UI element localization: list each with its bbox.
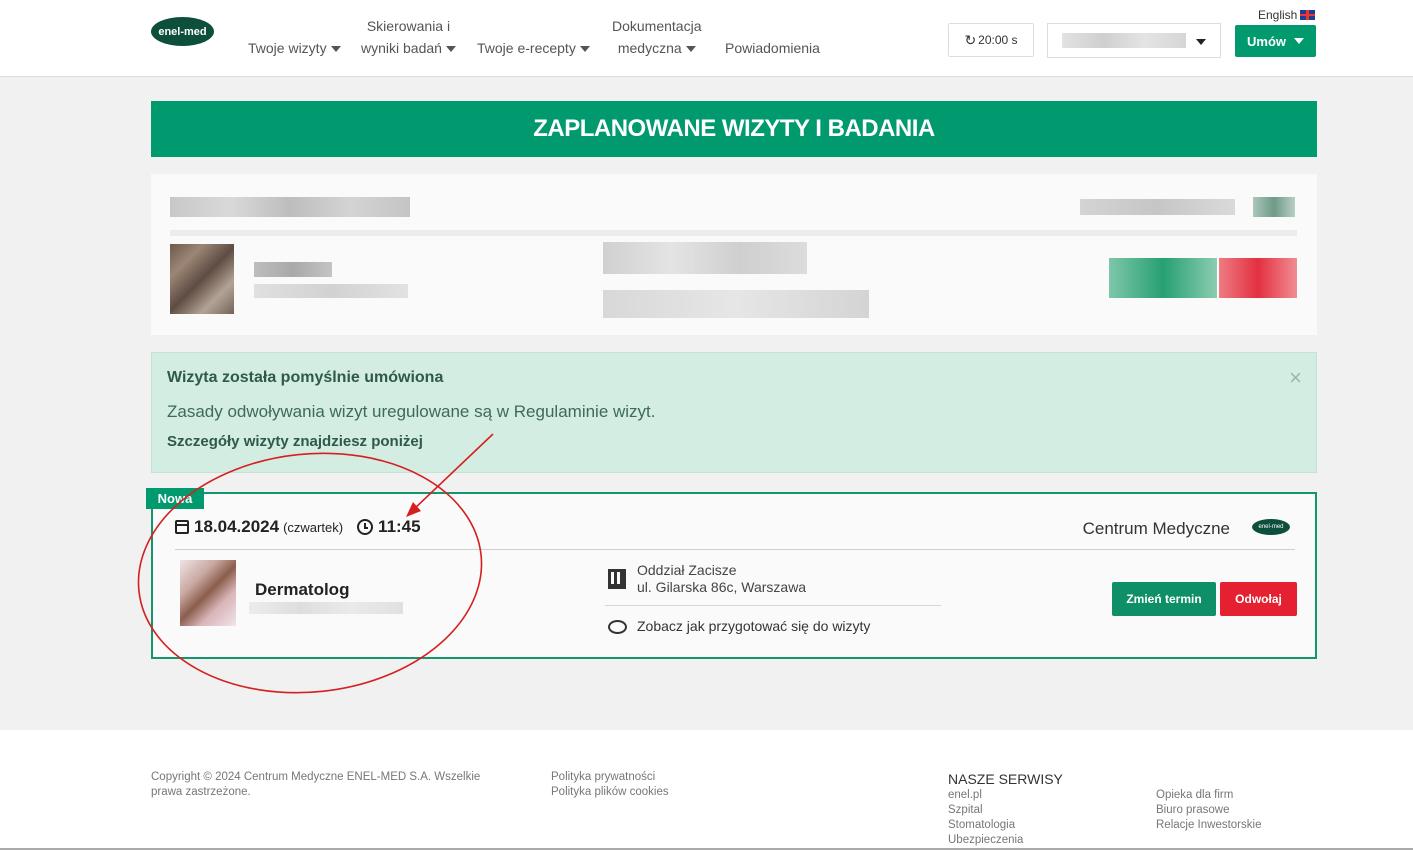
umow-button[interactable]: Umów [1235,25,1316,57]
page-title: ZAPLANOWANE WIZYTY I BADANIA [151,101,1317,157]
clock-icon [357,519,374,535]
refresh-icon: ↻ [964,31,977,48]
visit-date-row: 18.04.2024 (czwartek) 11:45 [175,517,421,537]
services-col1: enel.pl Szpital Stomatologia Ubezpieczen… [948,788,1023,848]
redacted-center [1080,199,1235,215]
session-timer-button[interactable]: ↻ 20:00 s [948,23,1034,57]
service-link[interactable]: Biuro prasowe [1156,803,1261,818]
close-icon[interactable]: × [1289,365,1302,391]
visit-time: 11:45 [378,517,421,536]
doctor-photo [180,560,236,626]
change-date-button[interactable]: Zmień termin [1112,582,1216,616]
umow-button-label: Umów [1247,33,1286,49]
user-account-select[interactable] [1047,23,1221,58]
service-link[interactable]: Szpital [948,803,1023,818]
chevron-down-icon [685,46,696,53]
nav-twoje-wizyty[interactable]: Twoje wizyty [248,37,341,59]
service-link[interactable]: Relacje Inwestorskie [1156,818,1261,833]
visit-date: 18.04.2024 [194,517,280,536]
visit-specialty: Dermatolog [255,580,350,599]
user-name-redacted [1062,33,1186,48]
enel-med-logo[interactable]: enel-med [151,17,214,46]
location-address: ul. Gilarska 86c, Warszawa [637,579,807,595]
medical-center-name: Centrum Medyczne [1082,519,1230,538]
redacted-specialty [254,262,332,277]
chevron-down-icon [1196,39,1206,45]
redacted-date [170,197,410,217]
redacted-prepare-link [603,290,869,318]
nav-skierowania-line2: wyniki badań [361,40,442,56]
chevron-down-icon [330,46,341,53]
visit-divider [175,549,1295,550]
nav-powiadomienia-label: Powiadomienia [725,40,820,56]
doctor-name-redacted [249,602,403,614]
copyright-line2: prawa zastrzeżone. [151,786,251,798]
nav-skierowania-line1: Skierowania i [366,18,451,34]
chevron-down-icon [579,46,590,53]
building-icon [608,569,626,589]
alert-details: Szczegóły wizyty znajdziesz poniżej [167,433,423,450]
new-badge: Nowa [146,488,204,509]
speech-bubble-icon [608,620,627,634]
redacted-divider [170,230,1297,236]
nav-powiadomienia[interactable]: Powiadomienia [725,37,820,59]
prepare-for-visit-link[interactable]: Zobacz jak przygotować się do wizyty [637,618,870,634]
location-name: Oddział Zacisze [637,562,737,578]
cookies-policy-link[interactable]: Polityka plików cookies [551,785,669,800]
footer: Copyright © 2024 Centrum Medyczne ENEL-M… [0,730,1413,850]
nav-skierowania[interactable]: Skierowania i wyniki badań [361,15,456,59]
services-col2: Opieka dla firm Biuro prasowe Relacje In… [1156,788,1261,833]
service-link[interactable]: Opieka dla firm [1156,788,1261,803]
services-title: NASZE SERWISY [948,771,1063,787]
service-link[interactable]: enel.pl [948,788,1023,803]
language-switch[interactable]: English [1258,8,1316,22]
redacted-cancel-button [1219,258,1297,298]
redacted-doctor-name [254,284,408,298]
location-divider [605,605,941,606]
service-link[interactable]: Ubezpieczenia [948,833,1023,848]
alert-title: Wizyta została pomyślnie umówiona [167,369,444,386]
nav-dokumentacja-line2: medyczna [617,40,682,56]
redacted-logo [1253,197,1295,217]
language-label: English [1258,8,1298,22]
policy-links: Polityka prywatności Polityka plików coo… [551,770,669,800]
session-timer-value: 20:00 s [978,33,1018,47]
redacted-doctor-photo [170,244,234,314]
uk-flag-icon [1300,10,1316,20]
new-visit-card: 18.04.2024 (czwartek) 11:45 Centrum Medy… [151,492,1317,659]
chevron-down-icon [445,46,456,53]
service-link[interactable]: Stomatologia [948,818,1023,833]
redacted-change-button [1109,258,1217,298]
nav-e-recepty-label: Twoje e-recepty [477,40,576,56]
calendar-icon [175,520,189,534]
nav-dokumentacja[interactable]: Dokumentacja medyczna [612,15,702,59]
privacy-policy-link[interactable]: Polityka prywatności [551,770,669,785]
nav-twoje-wizyty-label: Twoje wizyty [248,40,327,56]
top-header: enel-med Twoje wizyty Skierowania i wyni… [0,0,1413,77]
visit-weekday: (czwartek) [283,519,344,535]
copyright: Copyright © 2024 Centrum Medyczne ENEL-M… [151,770,480,800]
nav-dokumentacja-line1: Dokumentacja [612,18,702,34]
cancel-visit-button[interactable]: Odwołaj [1220,582,1297,616]
success-alert: Wizyta została pomyślnie umówiona Zasady… [151,352,1317,473]
chevron-down-icon [1294,38,1304,44]
redacted-visit-card [151,174,1317,335]
center-logo: enel-med [1252,519,1290,535]
copyright-line1: Copyright © 2024 Centrum Medyczne ENEL-M… [151,771,481,783]
redacted-location [603,242,807,274]
nav-e-recepty[interactable]: Twoje e-recepty [477,37,590,59]
alert-text: Zasady odwoływania wizyt uregulowane są … [167,402,656,421]
